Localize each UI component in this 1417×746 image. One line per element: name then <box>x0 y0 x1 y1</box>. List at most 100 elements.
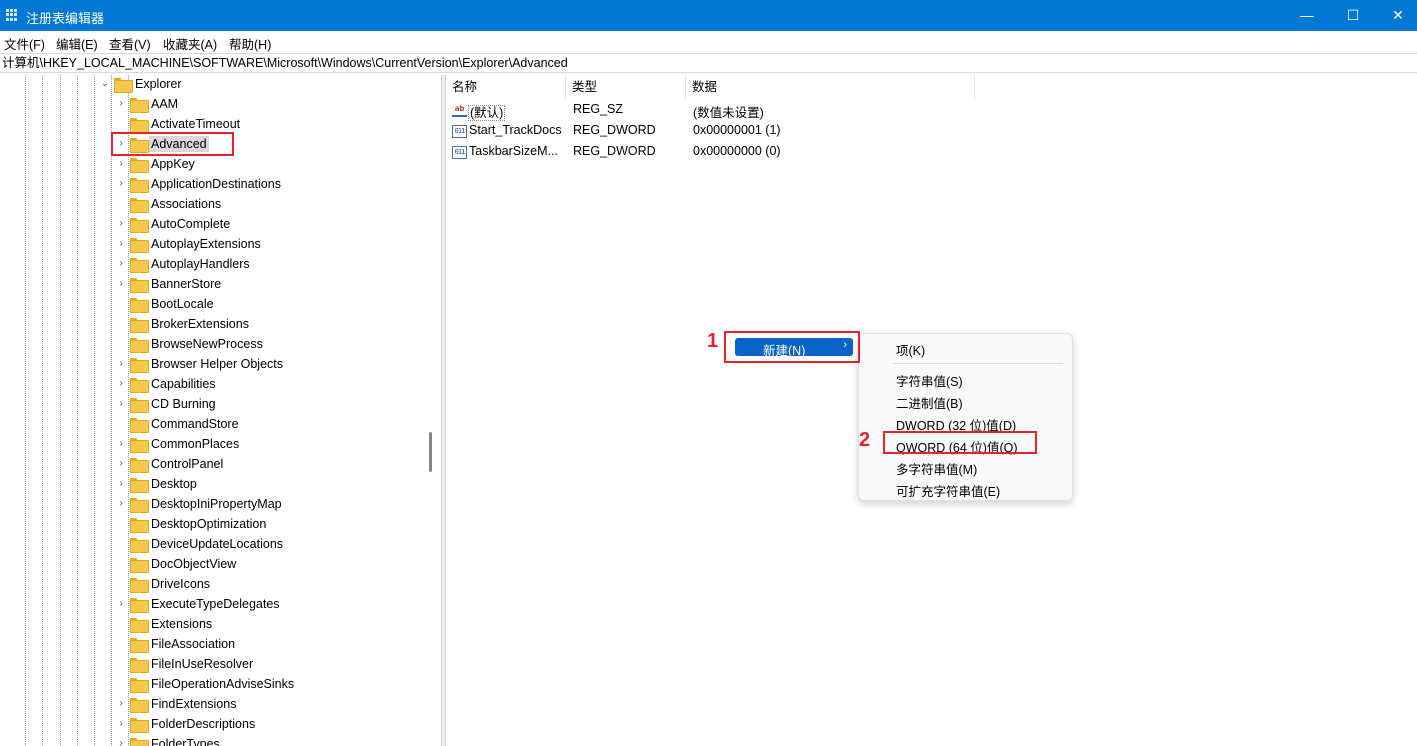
tree-item-explorer[interactable]: ⌄ Explorer <box>0 75 430 95</box>
tree-item-label: Capabilities <box>151 377 216 391</box>
tree-item[interactable]: BrokerExtensions <box>0 315 430 335</box>
tree-item[interactable]: Associations <box>0 195 430 215</box>
address-bar[interactable]: 计算机\HKEY_LOCAL_MACHINE\SOFTWARE\Microsof… <box>0 53 1417 73</box>
tree-item[interactable]: › AppKey <box>0 155 430 175</box>
folder-icon <box>130 718 149 733</box>
menu-file[interactable]: 文件(F) <box>4 34 45 53</box>
chevron-right-icon[interactable]: › <box>116 738 126 746</box>
value-row[interactable]: 011 TaskbarSizeM... REG_DWORD 0x00000000… <box>446 142 1006 163</box>
folder-icon <box>130 158 149 173</box>
submenu-item-multi-string[interactable]: 多字符串值(M) <box>896 459 977 478</box>
menu-view[interactable]: 查看(V) <box>109 34 151 53</box>
folder-icon <box>130 618 149 633</box>
tree-item[interactable]: › AAM <box>0 95 430 115</box>
tree-item[interactable]: › AutoComplete <box>0 215 430 235</box>
tree-item[interactable]: FileInUseResolver <box>0 655 430 675</box>
menu-favorites[interactable]: 收藏夹(A) <box>163 34 217 53</box>
chevron-down-icon[interactable]: ⌄ <box>100 78 110 89</box>
tree-item[interactable]: › FolderDescriptions <box>0 715 430 735</box>
minimize-button[interactable]: — <box>1284 0 1330 31</box>
submenu-item-expandable-string[interactable]: 可扩充字符串值(E) <box>896 481 1000 500</box>
chevron-right-icon[interactable]: › <box>116 378 126 389</box>
tree-item[interactable]: DocObjectView <box>0 555 430 575</box>
menu-edit[interactable]: 编辑(E) <box>56 34 98 53</box>
tree-item[interactable]: › Capabilities <box>0 375 430 395</box>
tree-item[interactable]: › ApplicationDestinations <box>0 175 430 195</box>
menu-help[interactable]: 帮助(H) <box>229 34 271 53</box>
highlight-qword-item <box>883 431 1037 454</box>
folder-icon <box>130 178 149 193</box>
tree-item[interactable]: › DesktopIniPropertyMap <box>0 495 430 515</box>
tree-item[interactable]: DesktopOptimization <box>0 515 430 535</box>
tree-item[interactable]: FileOperationAdviseSinks <box>0 675 430 695</box>
tree-item-label: ActivateTimeout <box>151 117 241 131</box>
tree-item[interactable]: Extensions <box>0 615 430 635</box>
chevron-right-icon[interactable]: › <box>116 98 126 109</box>
submenu-item-key[interactable]: 项(K) <box>896 340 925 359</box>
folder-icon <box>130 298 149 313</box>
tree-item-label: Explorer <box>135 77 182 91</box>
chevron-right-icon[interactable]: › <box>116 458 126 469</box>
value-row[interactable]: 011 Start_TrackDocs REG_DWORD 0x00000001… <box>446 121 1006 142</box>
step-number-2: 2 <box>859 429 871 451</box>
chevron-right-icon[interactable]: › <box>116 478 126 489</box>
tree-item[interactable]: › CD Burning <box>0 395 430 415</box>
tree-item-label: FolderTypes <box>151 737 220 746</box>
column-header-data[interactable]: 数据 <box>686 75 975 99</box>
tree-item[interactable]: DriveIcons <box>0 575 430 595</box>
tree-item[interactable]: › ExecuteTypeDelegates <box>0 595 430 615</box>
column-header-name[interactable]: 名称 <box>446 75 566 99</box>
regedit-app-icon <box>6 9 18 21</box>
chevron-right-icon[interactable]: › <box>116 598 126 609</box>
close-button[interactable]: ✕ <box>1375 0 1417 31</box>
value-row[interactable]: ab (默认) REG_SZ (数值未设置) <box>446 100 1006 121</box>
minimize-icon: — <box>1300 7 1314 23</box>
tree-item-label: Associations <box>151 197 222 211</box>
tree-item[interactable]: › AutoplayHandlers <box>0 255 430 275</box>
submenu-item-binary[interactable]: 二进制值(B) <box>896 393 963 412</box>
value-data: (数值未设置) <box>693 106 764 120</box>
column-header-type[interactable]: 类型 <box>566 75 686 99</box>
chevron-right-icon[interactable]: › <box>116 718 126 729</box>
chevron-right-icon[interactable]: › <box>116 238 126 249</box>
tree-item[interactable]: › ControlPanel <box>0 455 430 475</box>
submenu-item-string[interactable]: 字符串值(S) <box>896 371 963 390</box>
maximize-button[interactable]: ☐ <box>1330 0 1376 31</box>
chevron-right-icon[interactable]: › <box>116 498 126 509</box>
tree-item-label: FileInUseResolver <box>151 657 254 671</box>
tree-item-label: Desktop <box>151 477 197 491</box>
chevron-right-icon[interactable]: › <box>116 258 126 269</box>
folder-icon <box>130 198 149 213</box>
chevron-right-icon[interactable]: › <box>116 698 126 709</box>
tree-item-label: ControlPanel <box>151 457 224 471</box>
tree-item[interactable]: BrowseNewProcess <box>0 335 430 355</box>
tree-item[interactable]: › Browser Helper Objects <box>0 355 430 375</box>
tree-item[interactable]: › AutoplayExtensions <box>0 235 430 255</box>
chevron-right-icon[interactable]: › <box>116 278 126 289</box>
tree-item[interactable]: DeviceUpdateLocations <box>0 535 430 555</box>
folder-icon <box>130 538 149 553</box>
chevron-right-icon[interactable]: › <box>116 398 126 409</box>
tree-item[interactable]: › Desktop <box>0 475 430 495</box>
tree-item-label: DeviceUpdateLocations <box>151 537 284 551</box>
tree-item-label: BrokerExtensions <box>151 317 249 331</box>
chevron-right-icon[interactable]: › <box>116 158 126 169</box>
new-submenu: 项(K) 字符串值(S) 二进制值(B) DWORD (32 位)值(D) QW… <box>858 333 1073 501</box>
folder-icon <box>130 598 149 613</box>
chevron-right-icon[interactable]: › <box>116 358 126 369</box>
tree-item[interactable]: › FolderTypes <box>0 735 430 746</box>
tree-item[interactable]: › CommonPlaces <box>0 435 430 455</box>
tree-item[interactable]: BootLocale <box>0 295 430 315</box>
chevron-right-icon[interactable]: › <box>116 218 126 229</box>
tree-item[interactable]: › FindExtensions <box>0 695 430 715</box>
tree-item[interactable]: › BannerStore <box>0 275 430 295</box>
chevron-right-icon[interactable]: › <box>116 178 126 189</box>
chevron-right-icon[interactable]: › <box>116 438 126 449</box>
tree-item[interactable]: CommandStore <box>0 415 430 435</box>
tree-item[interactable]: FileAssociation <box>0 635 430 655</box>
window-title: 注册表编辑器 <box>26 11 105 26</box>
binary-value-icon: 011 <box>452 125 467 138</box>
maximize-icon: ☐ <box>1346 7 1360 23</box>
value-type: REG_DWORD <box>573 123 656 137</box>
tree-scrollbar-thumb[interactable] <box>429 432 432 472</box>
